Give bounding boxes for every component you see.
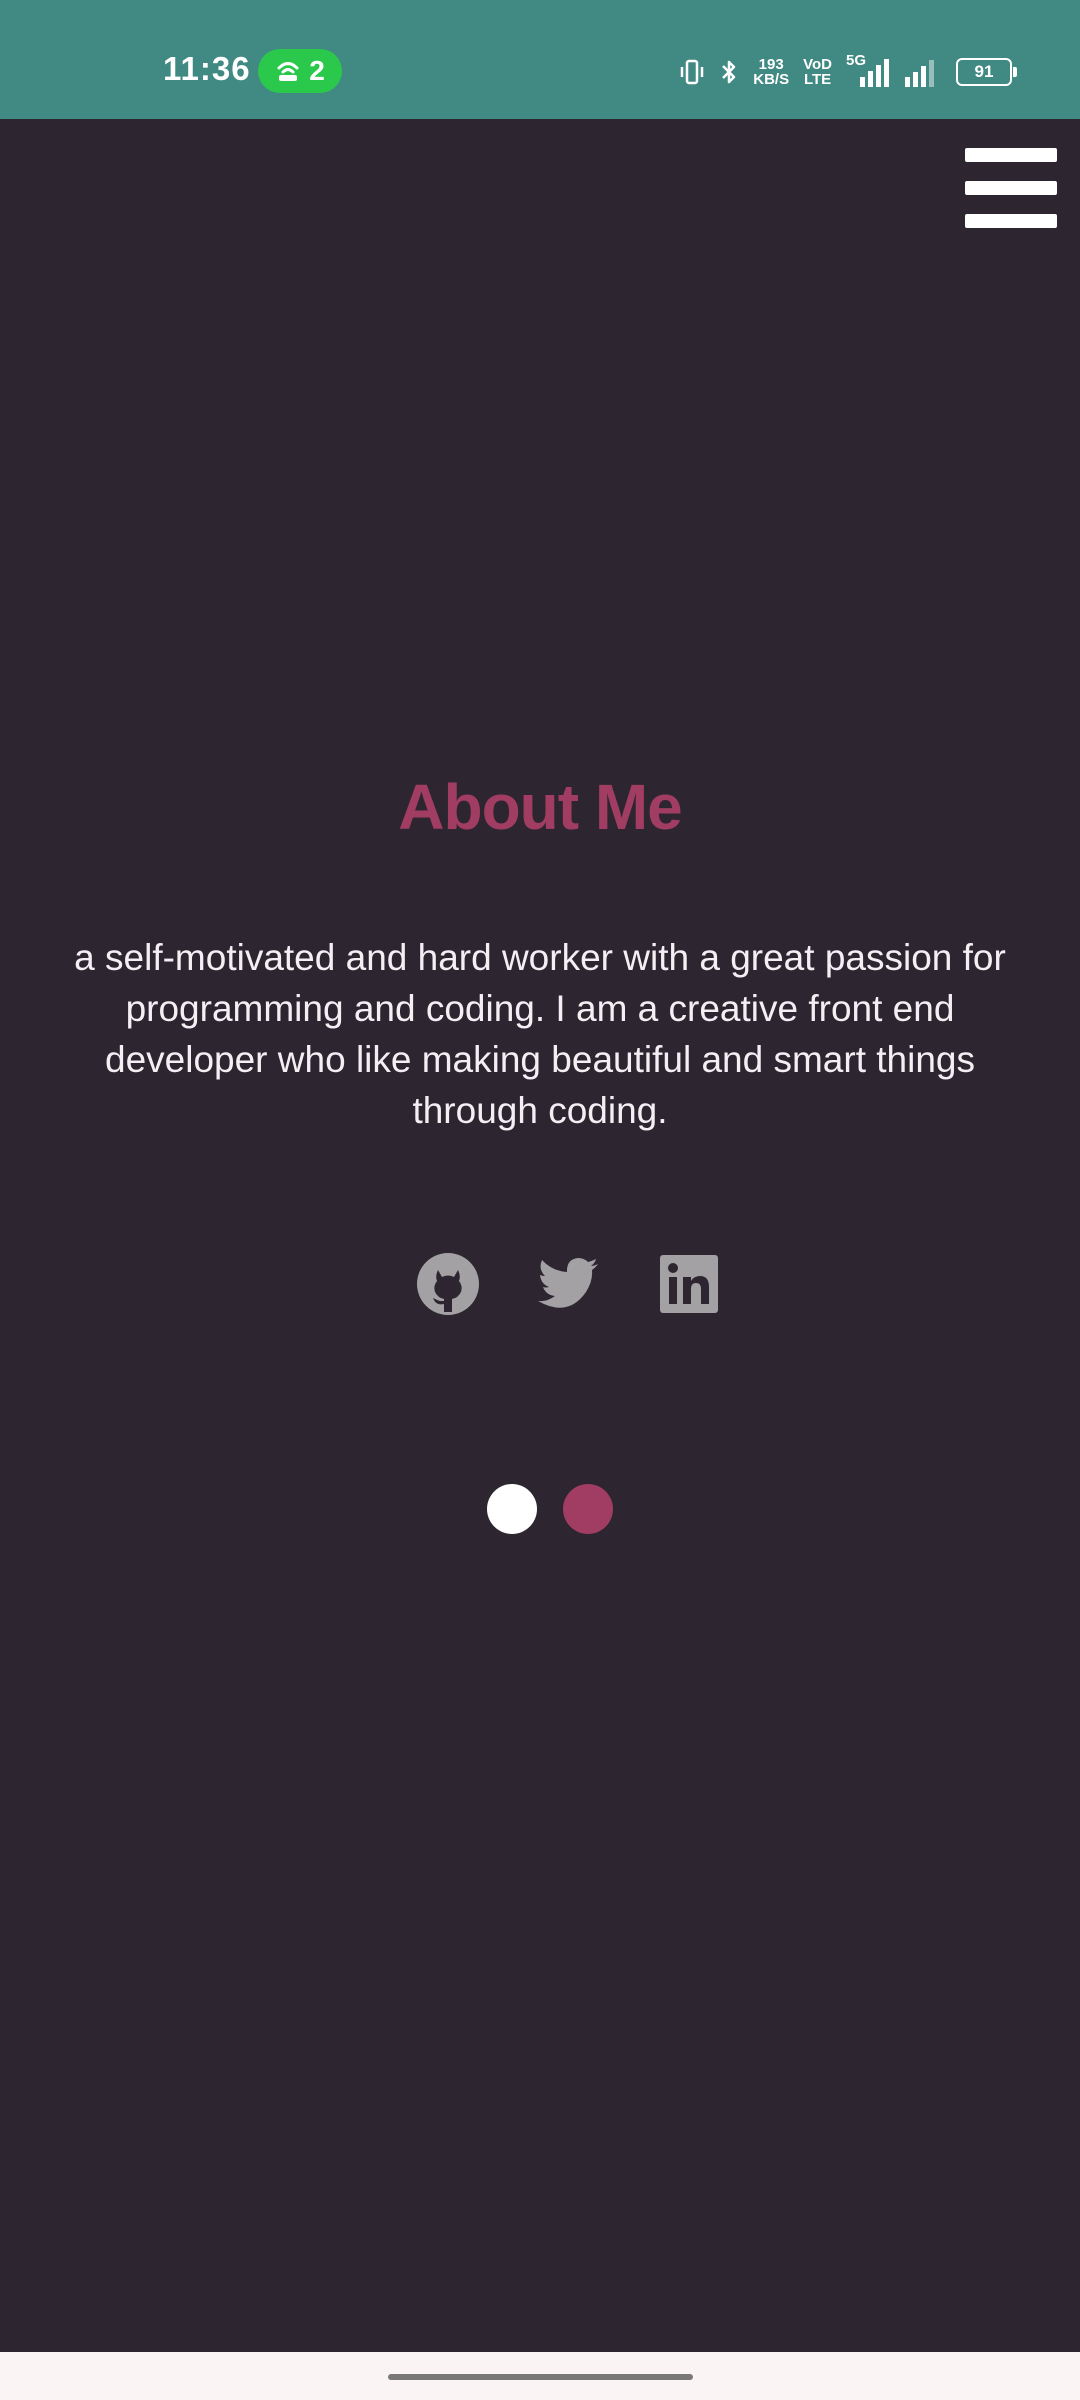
- twitter-link[interactable]: [536, 1252, 600, 1316]
- status-time: 11:36: [163, 50, 251, 87]
- vibrate-icon: [679, 58, 705, 86]
- about-description: a self-motivated and hard worker with a …: [74, 937, 1006, 1131]
- linkedin-icon: [657, 1252, 721, 1316]
- pager-dots: [0, 1484, 1080, 1534]
- social-links: [0, 1252, 1080, 1316]
- screen: 11:36 2 193 KB/S VoD LTE 5G 91 About Me …: [0, 0, 1080, 2400]
- net-speed-value: 193: [758, 56, 784, 73]
- battery-icon: 91: [956, 58, 1017, 86]
- pager-dot-2[interactable]: [563, 1484, 613, 1534]
- linkedin-link[interactable]: [657, 1252, 721, 1316]
- hotspot-icon: [275, 59, 301, 83]
- pager-dot-1[interactable]: [487, 1484, 537, 1534]
- twitter-icon: [536, 1252, 600, 1316]
- net-speed: 193 KB/S: [753, 57, 789, 87]
- bluetooth-icon: [719, 57, 739, 87]
- volte-bottom: LTE: [803, 71, 832, 88]
- status-icons: 193 KB/S VoD LTE 5G 91: [679, 52, 1017, 92]
- volte-top: VoD: [803, 56, 832, 73]
- github-icon: [416, 1252, 480, 1316]
- hotspot-count: 2: [309, 55, 325, 86]
- battery-level: 91: [974, 62, 994, 81]
- hotspot-indicator[interactable]: 2: [258, 49, 342, 93]
- hamburger-menu-button[interactable]: [965, 148, 1057, 230]
- menu-bar-top: [965, 148, 1057, 162]
- github-link[interactable]: [416, 1252, 480, 1316]
- home-indicator[interactable]: [388, 2374, 693, 2380]
- about-title: About Me: [398, 771, 683, 843]
- menu-bar-middle: [965, 181, 1057, 195]
- signal-5g-icon: 5G: [846, 53, 890, 87]
- navigation-bar: [0, 2352, 1080, 2400]
- network-type: 5G: [846, 52, 867, 69]
- signal-icon: [904, 57, 938, 87]
- net-speed-unit: KB/S: [753, 71, 790, 88]
- volte-indicator: VoD LTE: [803, 57, 832, 87]
- menu-bar-bottom: [965, 214, 1057, 228]
- status-bar: 11:36 2 193 KB/S VoD LTE 5G 91: [0, 0, 1080, 119]
